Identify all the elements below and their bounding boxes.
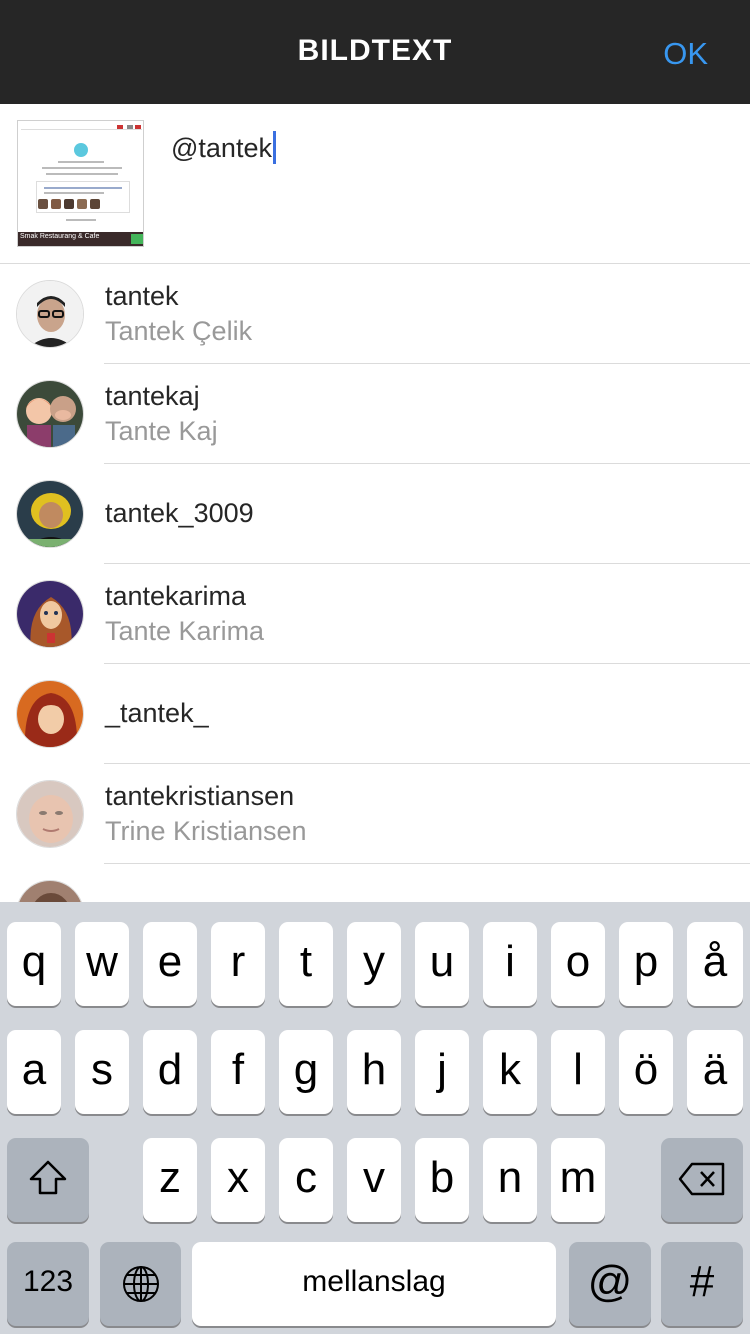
caption-input[interactable]: @tantek [171, 131, 276, 164]
suggestion-fullname: Tantek Çelik [105, 316, 253, 346]
suggestion-username: tantekristiansen [105, 781, 295, 811]
key-l[interactable]: l [551, 1030, 605, 1114]
shift-arrow-icon [29, 1160, 67, 1195]
mention-suggestions-list: tantek Tantek Çelik tantekaj Tante Kaj t… [0, 264, 750, 902]
thumbnail-caption: Smak Restaurang & Cafe [20, 233, 100, 240]
delete-key[interactable] [661, 1138, 743, 1222]
suggestion-username: tantekaj [105, 381, 200, 411]
key-r[interactable]: r [211, 922, 265, 1006]
key-x[interactable]: x [211, 1138, 265, 1222]
key-o[interactable]: o [551, 922, 605, 1006]
key-a-umlaut[interactable]: ä [687, 1030, 743, 1114]
avatar [16, 880, 84, 902]
key-d[interactable]: d [143, 1030, 197, 1114]
nav-bar: BILDTEXT OK [0, 0, 750, 109]
space-key[interactable]: mellanslag [192, 1242, 556, 1326]
backspace-icon [678, 1162, 725, 1196]
avatar [16, 680, 84, 748]
key-e[interactable]: e [143, 922, 197, 1006]
key-c[interactable]: c [279, 1138, 333, 1222]
key-p[interactable]: p [619, 922, 673, 1006]
post-thumbnail: Smak Restaurang & Cafe [17, 120, 144, 247]
suggestion-item[interactable]: tantekristiansen Trine Kristiansen [0, 764, 750, 864]
ok-button[interactable]: OK [663, 36, 708, 72]
at-key[interactable]: @ [569, 1242, 651, 1326]
key-k[interactable]: k [483, 1030, 537, 1114]
suggestion-username: tantek [105, 281, 179, 311]
key-w[interactable]: w [75, 922, 129, 1006]
avatar [16, 480, 84, 548]
avatar [16, 280, 84, 348]
on-screen-keyboard: q w e r t y u i o p å a s d f g h j k l … [0, 902, 750, 1334]
key-b[interactable]: b [415, 1138, 469, 1222]
suggestion-fullname: Tante Kaj [105, 416, 218, 446]
suggestion-fullname: Trine Kristiansen [105, 816, 307, 846]
key-g[interactable]: g [279, 1030, 333, 1114]
avatar [16, 580, 84, 648]
suggestion-item[interactable] [0, 864, 750, 902]
key-a-ring[interactable]: å [687, 922, 743, 1006]
suggestion-item[interactable]: tantek_3009 [0, 464, 750, 564]
key-s[interactable]: s [75, 1030, 129, 1114]
hash-key[interactable]: # [661, 1242, 743, 1326]
suggestion-username: tantekarima [105, 581, 247, 611]
key-t[interactable]: t [279, 922, 333, 1006]
key-n[interactable]: n [483, 1138, 537, 1222]
avatar [16, 380, 84, 448]
key-o-umlaut[interactable]: ö [619, 1030, 673, 1114]
globe-icon [122, 1266, 159, 1302]
key-y[interactable]: y [347, 922, 401, 1006]
suggestion-item[interactable]: tantek Tantek Çelik [0, 264, 750, 364]
key-u[interactable]: u [415, 922, 469, 1006]
suggestion-item[interactable]: _tantek_ [0, 664, 750, 764]
key-q[interactable]: q [7, 922, 61, 1006]
suggestion-username: tantek_3009 [105, 498, 254, 528]
numbers-key[interactable]: 123 [7, 1242, 89, 1326]
key-a[interactable]: a [7, 1030, 61, 1114]
key-z[interactable]: z [143, 1138, 197, 1222]
caption-area: Smak Restaurang & Cafe @tantek [0, 104, 750, 264]
key-m[interactable]: m [551, 1138, 605, 1222]
suggestion-item[interactable]: tantekaj Tante Kaj [0, 364, 750, 464]
suggestion-item[interactable]: tantekarima Tante Karima [0, 564, 750, 664]
globe-key[interactable] [100, 1242, 181, 1326]
key-f[interactable]: f [211, 1030, 265, 1114]
suggestion-fullname: Tante Karima [105, 616, 265, 646]
page-title: BILDTEXT [297, 34, 453, 67]
shift-key[interactable] [7, 1138, 89, 1222]
caption-input-text: @tantek [171, 133, 272, 163]
suggestion-username: _tantek_ [105, 698, 209, 728]
key-h[interactable]: h [347, 1030, 401, 1114]
text-cursor [272, 131, 276, 164]
key-j[interactable]: j [415, 1030, 469, 1114]
key-i[interactable]: i [483, 922, 537, 1006]
key-v[interactable]: v [347, 1138, 401, 1222]
avatar [16, 780, 84, 848]
